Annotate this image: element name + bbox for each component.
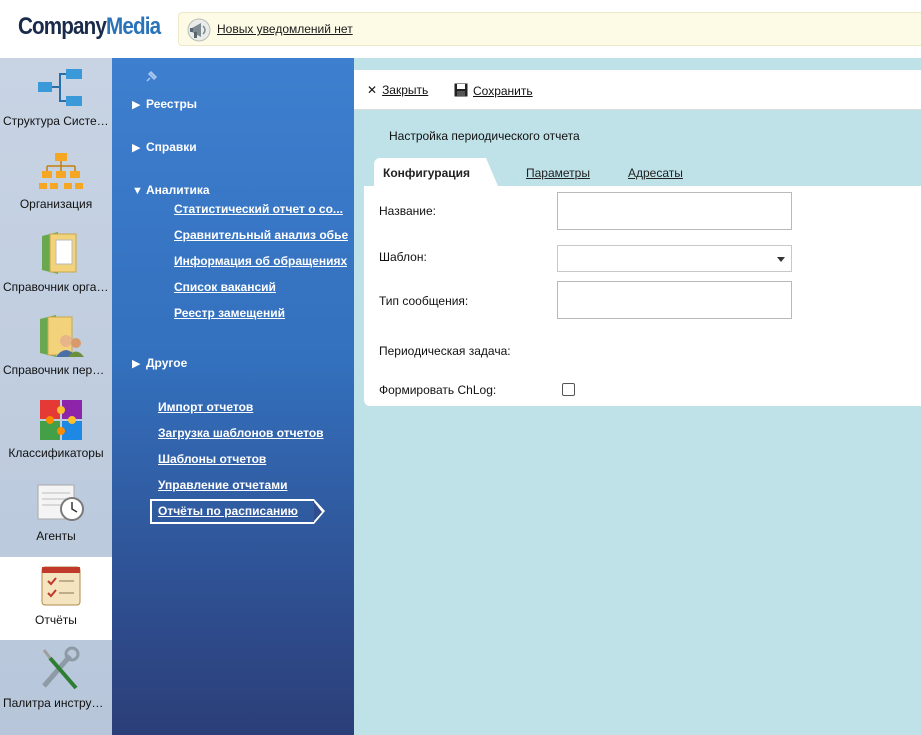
notification-text[interactable]: Новых уведомлений нет (217, 22, 353, 36)
nav-label: Палитра инструментов (3, 696, 112, 710)
nav-label: Справочник организаций (3, 280, 112, 294)
header: CompanyMedia Новых уведомлений нет (0, 0, 921, 58)
link-import-reports[interactable]: Импорт отчетов (158, 400, 253, 414)
periodic-task-label: Периодическая задача: (379, 344, 511, 358)
name-field[interactable] (557, 192, 792, 230)
close-icon: ✕ (367, 83, 378, 97)
nav-label: Справочник персонала (3, 363, 112, 377)
page-title: Настройка периодического отчета (389, 129, 580, 143)
chlog-label: Формировать ChLog: (379, 383, 497, 397)
close-button[interactable]: ✕ Закрыть (367, 83, 428, 97)
nav-item-reports[interactable]: Отчёты (0, 557, 125, 640)
module-bar: Структура Системы Организация Справочник… (0, 58, 125, 735)
person-directory-icon (40, 315, 84, 357)
tab-configuration[interactable]: Конфигурация (374, 158, 498, 186)
message-type-field[interactable] (557, 281, 792, 319)
nav-label: Структура Системы (3, 114, 112, 128)
analytics-item-statistical[interactable]: Статистический отчет о со... (174, 202, 343, 216)
save-button[interactable]: Сохранить (454, 83, 533, 98)
nav-item-structure[interactable]: Структура Системы (0, 58, 112, 141)
analytics-item-appeals[interactable]: Информация об обращениях (174, 254, 347, 268)
message-type-label: Тип сообщения: (379, 294, 469, 308)
template-select[interactable] (557, 245, 792, 272)
company-logo[interactable]: CompanyMedia (18, 13, 161, 41)
section-analytics[interactable]: ▼ Аналитика (132, 183, 210, 197)
nav-item-classifiers[interactable]: Классификаторы (0, 390, 112, 473)
nav-label: Организация (19, 197, 93, 211)
clock-icon (37, 484, 84, 521)
triangle-right-icon: ▶ (132, 142, 141, 154)
nav-label: Агенты (36, 529, 76, 543)
report-icon (41, 566, 81, 606)
link-scheduled-reports[interactable]: Отчёты по расписанию (150, 499, 325, 524)
analytics-item-replacements[interactable]: Реестр замещений (174, 306, 285, 320)
link-upload-templates[interactable]: Загрузка шаблонов отчетов (158, 426, 324, 440)
section-registries[interactable]: ▶ Реестры (132, 97, 197, 111)
triangle-down-icon: ▼ (132, 185, 143, 197)
nav-item-tools[interactable]: Палитра инструментов (0, 640, 112, 723)
pin-icon[interactable] (144, 70, 158, 84)
puzzle-icon (40, 400, 82, 440)
name-label: Название: (379, 204, 436, 218)
nav-label: Классификаторы (8, 446, 104, 460)
config-form: Название: Шаблон: Тип сообщения: Периоди… (364, 186, 921, 406)
nav-item-person-directory[interactable]: Справочник персонала (0, 307, 112, 390)
chevron-down-icon (777, 257, 785, 262)
org-directory-icon (42, 232, 77, 274)
nav-item-org-directory[interactable]: Справочник организаций (0, 224, 112, 307)
link-manage-reports[interactable]: Управление отчетами (158, 478, 287, 492)
reports-sidebar: ▶ Реестры ▶ Справки ▼ Аналитика Статистичес… (112, 58, 354, 735)
floppy-disk-icon (454, 83, 468, 97)
nav-item-agents[interactable]: Агенты (0, 473, 112, 556)
organization-icon (39, 153, 83, 189)
chlog-checkbox[interactable] (562, 383, 575, 396)
section-other[interactable]: ▶ Другое (132, 356, 187, 370)
main-panel: ✕ Закрыть Сохранить Настройка периодическ… (354, 58, 921, 735)
tab-parameters[interactable]: Параметры (526, 158, 590, 186)
tab-recipients[interactable]: Адресаты (628, 158, 683, 186)
triangle-right-icon: ▶ (132, 99, 141, 111)
analytics-item-vacancies[interactable]: Список вакансий (174, 280, 276, 294)
toolbar: ✕ Закрыть Сохранить (354, 70, 921, 110)
triangle-right-icon: ▶ (132, 358, 141, 370)
notification-bar[interactable]: Новых уведомлений нет (178, 12, 921, 46)
megaphone-icon (187, 18, 211, 42)
link-report-templates[interactable]: Шаблоны отчетов (158, 452, 266, 466)
tab-bar: Конфигурация Параметры Адресаты (374, 158, 921, 186)
tools-icon (42, 646, 80, 690)
template-label: Шаблон: (379, 250, 427, 264)
nav-item-organization[interactable]: Организация (0, 141, 112, 224)
analytics-item-comparative[interactable]: Сравнительный анализ обье (174, 228, 348, 242)
section-references[interactable]: ▶ Справки (132, 140, 197, 154)
nav-label: Отчёты (35, 613, 77, 627)
structure-icon (38, 69, 82, 106)
